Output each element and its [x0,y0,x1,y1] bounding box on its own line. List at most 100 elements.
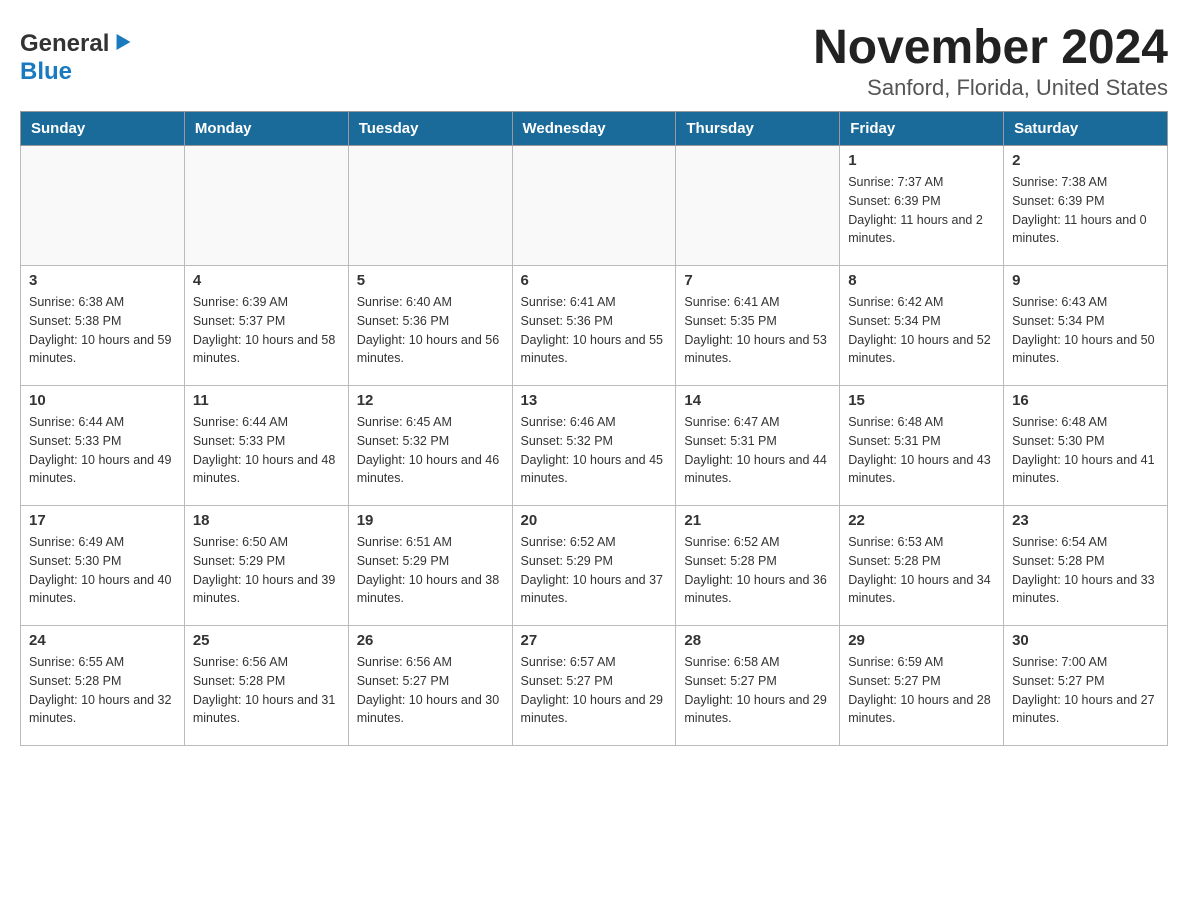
day-info: Sunrise: 6:48 AMSunset: 5:31 PMDaylight:… [848,413,995,488]
day-info: Sunrise: 6:55 AMSunset: 5:28 PMDaylight:… [29,653,176,728]
table-row: 1 Sunrise: 7:37 AMSunset: 6:39 PMDaylight… [840,146,1004,266]
table-row [512,146,676,266]
table-row: 28 Sunrise: 6:58 AMSunset: 5:27 PMDayligh… [676,626,840,746]
day-number: 20 [521,512,668,529]
table-row: 6 Sunrise: 6:41 AMSunset: 5:36 PMDaylight… [512,266,676,386]
day-number: 11 [193,392,340,409]
table-row: 7 Sunrise: 6:41 AMSunset: 5:35 PMDaylight… [676,266,840,386]
day-number: 15 [848,392,995,409]
day-info: Sunrise: 6:44 AMSunset: 5:33 PMDaylight:… [193,413,340,488]
col-saturday: Saturday [1004,112,1168,146]
table-row [21,146,185,266]
day-info: Sunrise: 6:39 AMSunset: 5:37 PMDaylight:… [193,293,340,368]
table-row: 2Sunrise: 7:38 AMSunset: 6:39 PMDaylight… [1004,146,1168,266]
day-number: 14 [684,392,831,409]
col-wednesday: Wednesday [512,112,676,146]
day-info: Sunrise: 6:38 AMSunset: 5:38 PMDaylight:… [29,293,176,368]
day-info: Sunrise: 6:52 AMSunset: 5:29 PMDaylight:… [521,533,668,608]
day-info: Sunrise: 7:37 AMSunset: 6:39 PMDaylight:… [848,173,995,248]
day-info: Sunrise: 6:53 AMSunset: 5:28 PMDaylight:… [848,533,995,608]
table-row: 8 Sunrise: 6:42 AMSunset: 5:34 PMDaylight… [840,266,1004,386]
table-row [676,146,840,266]
day-number: 29 [848,632,995,649]
table-row: 17Sunrise: 6:49 AMSunset: 5:30 PMDayligh… [21,506,185,626]
day-info: Sunrise: 6:54 AMSunset: 5:28 PMDaylight:… [1012,533,1159,608]
calendar-week-row: 17Sunrise: 6:49 AMSunset: 5:30 PMDayligh… [21,506,1168,626]
day-number: 21 [684,512,831,529]
table-row: 19 Sunrise: 6:51 AMSunset: 5:29 PMDayligh… [348,506,512,626]
day-info: Sunrise: 6:45 AMSunset: 5:32 PMDaylight:… [357,413,504,488]
table-row: 22 Sunrise: 6:53 AMSunset: 5:28 PMDayligh… [840,506,1004,626]
col-tuesday: Tuesday [348,112,512,146]
day-info: Sunrise: 6:47 AMSunset: 5:31 PMDaylight:… [684,413,831,488]
day-number: 28 [684,632,831,649]
table-row: 21 Sunrise: 6:52 AMSunset: 5:28 PMDayligh… [676,506,840,626]
day-info: Sunrise: 6:49 AMSunset: 5:30 PMDaylight:… [29,533,176,608]
logo-general-text: General [20,30,109,58]
day-number: 10 [29,392,176,409]
col-thursday: Thursday [676,112,840,146]
table-row: 14 Sunrise: 6:47 AMSunset: 5:31 PMDayligh… [676,386,840,506]
logo-triangle-icon [110,34,131,54]
day-info: Sunrise: 6:57 AMSunset: 5:27 PMDaylight:… [521,653,668,728]
table-row: 15 Sunrise: 6:48 AMSunset: 5:31 PMDayligh… [840,386,1004,506]
day-number: 12 [357,392,504,409]
day-number: 16 [1012,392,1159,409]
day-number: 26 [357,632,504,649]
calendar-header-row: Sunday Monday Tuesday Wednesday Thursday… [21,112,1168,146]
day-number: 25 [193,632,340,649]
table-row: 10 Sunrise: 6:44 AMSunset: 5:33 PMDayligh… [21,386,185,506]
day-info: Sunrise: 6:56 AMSunset: 5:27 PMDaylight:… [357,653,504,728]
day-number: 8 [848,272,995,289]
day-number: 18 [193,512,340,529]
day-info: Sunrise: 6:59 AMSunset: 5:27 PMDaylight:… [848,653,995,728]
col-friday: Friday [840,112,1004,146]
day-number: 13 [521,392,668,409]
table-row: 25 Sunrise: 6:56 AMSunset: 5:28 PMDayligh… [184,626,348,746]
table-row [348,146,512,266]
title-block: November 2024 Sanford, Florida, United S… [813,20,1168,101]
day-info: Sunrise: 6:56 AMSunset: 5:28 PMDaylight:… [193,653,340,728]
day-number: 7 [684,272,831,289]
table-row: 12 Sunrise: 6:45 AMSunset: 5:32 PMDayligh… [348,386,512,506]
day-info: Sunrise: 6:41 AMSunset: 5:36 PMDaylight:… [521,293,668,368]
table-row: 4 Sunrise: 6:39 AMSunset: 5:37 PMDaylight… [184,266,348,386]
page-title: November 2024 [813,20,1168,75]
table-row: 3Sunrise: 6:38 AMSunset: 5:38 PMDaylight… [21,266,185,386]
calendar-week-row: 1 Sunrise: 7:37 AMSunset: 6:39 PMDaylight… [21,146,1168,266]
logo: General Blue [20,30,128,86]
day-number: 6 [521,272,668,289]
day-info: Sunrise: 6:44 AMSunset: 5:33 PMDaylight:… [29,413,176,488]
table-row: 16Sunrise: 6:48 AMSunset: 5:30 PMDayligh… [1004,386,1168,506]
day-info: Sunrise: 6:46 AMSunset: 5:32 PMDaylight:… [521,413,668,488]
table-row [184,146,348,266]
table-row: 5Sunrise: 6:40 AMSunset: 5:36 PMDaylight… [348,266,512,386]
day-number: 27 [521,632,668,649]
day-info: Sunrise: 6:42 AMSunset: 5:34 PMDaylight:… [848,293,995,368]
logo-blue-text: Blue [20,58,72,86]
day-number: 22 [848,512,995,529]
page-header: General Blue November 2024 Sanford, Flor… [20,20,1168,101]
calendar-table: Sunday Monday Tuesday Wednesday Thursday… [20,111,1168,746]
day-info: Sunrise: 6:41 AMSunset: 5:35 PMDaylight:… [684,293,831,368]
day-number: 9 [1012,272,1159,289]
day-info: Sunrise: 6:43 AMSunset: 5:34 PMDaylight:… [1012,293,1159,368]
page-subtitle: Sanford, Florida, United States [813,75,1168,101]
day-number: 1 [848,152,995,169]
col-monday: Monday [184,112,348,146]
day-info: Sunrise: 6:51 AMSunset: 5:29 PMDaylight:… [357,533,504,608]
day-number: 24 [29,632,176,649]
day-number: 2 [1012,152,1159,169]
table-row: 29 Sunrise: 6:59 AMSunset: 5:27 PMDayligh… [840,626,1004,746]
table-row: 11 Sunrise: 6:44 AMSunset: 5:33 PMDayligh… [184,386,348,506]
day-info: Sunrise: 6:52 AMSunset: 5:28 PMDaylight:… [684,533,831,608]
day-number: 4 [193,272,340,289]
table-row: 23Sunrise: 6:54 AMSunset: 5:28 PMDayligh… [1004,506,1168,626]
day-info: Sunrise: 6:58 AMSunset: 5:27 PMDaylight:… [684,653,831,728]
table-row: 27 Sunrise: 6:57 AMSunset: 5:27 PMDayligh… [512,626,676,746]
calendar-week-row: 10 Sunrise: 6:44 AMSunset: 5:33 PMDayligh… [21,386,1168,506]
day-number: 19 [357,512,504,529]
day-number: 30 [1012,632,1159,649]
day-number: 5 [357,272,504,289]
table-row: 18Sunrise: 6:50 AMSunset: 5:29 PMDayligh… [184,506,348,626]
